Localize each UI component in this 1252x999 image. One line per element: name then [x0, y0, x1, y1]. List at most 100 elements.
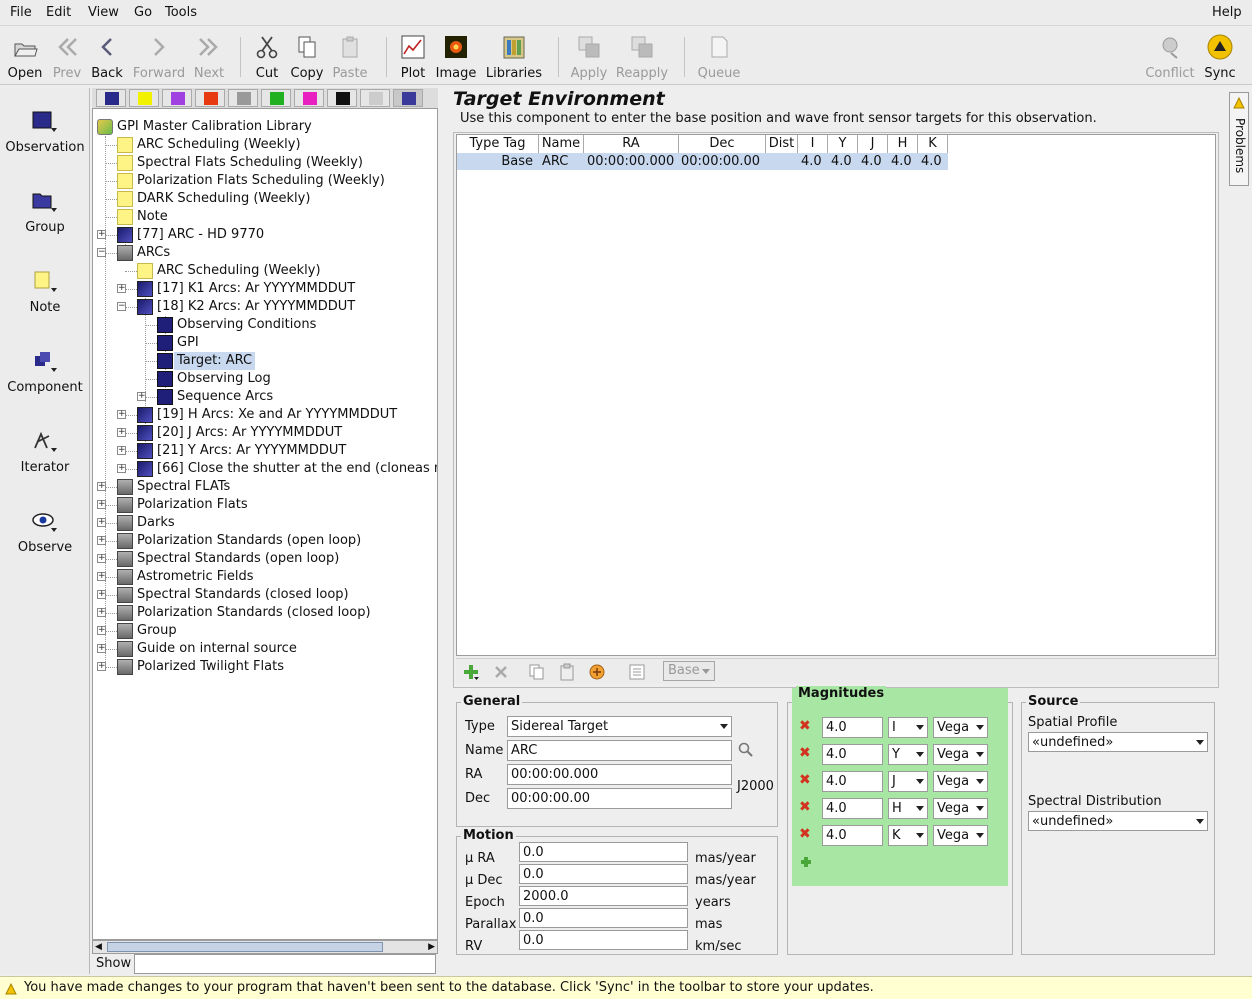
library-tab[interactable] — [228, 89, 258, 107]
menu-file[interactable]: File — [10, 5, 32, 20]
library-tab[interactable] — [261, 89, 291, 107]
scroll-thumb[interactable] — [107, 942, 383, 952]
parallax-input[interactable]: 0.0 — [519, 908, 688, 928]
column-header[interactable]: Name — [539, 135, 584, 153]
column-header[interactable]: J — [858, 135, 888, 153]
expand-icon[interactable]: + — [97, 230, 106, 239]
collapse-icon[interactable]: − — [97, 248, 106, 257]
rv-input[interactable]: 0.0 — [519, 930, 688, 950]
expand-icon[interactable]: + — [137, 392, 146, 401]
magnitude-value-input[interactable]: 4.0 — [822, 798, 883, 819]
band-select[interactable]: H — [888, 798, 928, 819]
duplicate-target-button[interactable] — [588, 663, 606, 681]
add-group-button[interactable]: Group — [0, 190, 90, 235]
remove-magnitude-icon[interactable]: ✖ — [799, 718, 811, 734]
expand-icon[interactable]: + — [97, 482, 106, 491]
system-select[interactable]: Vega — [933, 825, 988, 846]
library-tab[interactable] — [327, 89, 357, 107]
search-icon[interactable] — [738, 742, 754, 761]
menu-edit[interactable]: Edit — [46, 5, 71, 20]
column-header[interactable]: H — [888, 135, 918, 153]
magnitude-value-input[interactable]: 4.0 — [822, 717, 883, 738]
type-select[interactable]: Sidereal Target — [507, 716, 732, 737]
open-button[interactable]: Open — [6, 30, 44, 82]
menu-help[interactable]: Help — [1212, 5, 1242, 20]
paste-target-button[interactable] — [558, 663, 576, 681]
remove-magnitude-icon[interactable]: ✖ — [799, 745, 811, 761]
expand-icon[interactable]: + — [97, 536, 106, 545]
expand-icon[interactable]: + — [117, 410, 126, 419]
expand-icon[interactable]: + — [97, 518, 106, 527]
expand-icon[interactable]: + — [97, 644, 106, 653]
table-row[interactable]: Base ARC 00:00:00.000 00:00:00.00 4.0 4.… — [457, 153, 948, 170]
dec-input[interactable]: 00:00:00.00 — [507, 788, 732, 809]
expand-icon[interactable]: + — [97, 608, 106, 617]
paste-button[interactable]: Paste — [330, 30, 370, 82]
column-header[interactable]: Dist — [766, 135, 798, 153]
expand-icon[interactable]: + — [117, 284, 126, 293]
cut-button[interactable]: Cut — [252, 30, 282, 82]
collapse-icon[interactable]: − — [117, 302, 126, 311]
menu-view[interactable]: View — [88, 5, 119, 20]
ra-input[interactable]: 00:00:00.000 — [507, 764, 732, 785]
conflict-button[interactable]: Conflict — [1144, 30, 1196, 82]
column-header[interactable]: Dec — [679, 135, 766, 153]
column-header[interactable]: K — [918, 135, 948, 153]
show-input[interactable] — [134, 954, 436, 974]
expand-icon[interactable]: + — [97, 500, 106, 509]
system-select[interactable]: Vega — [933, 744, 988, 765]
magnitude-value-input[interactable]: 4.0 — [822, 744, 883, 765]
add-magnitude-button[interactable] — [800, 856, 812, 871]
add-component-button[interactable]: Component — [0, 350, 90, 395]
libraries-button[interactable]: Libraries — [484, 30, 544, 82]
expand-icon[interactable]: + — [117, 428, 126, 437]
program-tree[interactable]: GPI Master Calibration Library ARC Schedu… — [92, 108, 438, 940]
scroll-right-icon[interactable]: ▶ — [428, 942, 435, 952]
library-tab[interactable] — [360, 89, 390, 107]
reapply-button[interactable]: Reapply — [614, 30, 670, 82]
queue-button[interactable]: Queue — [696, 30, 742, 82]
system-select[interactable]: Vega — [933, 798, 988, 819]
library-tab[interactable] — [129, 89, 159, 107]
band-select[interactable]: K — [888, 825, 928, 846]
spectral-distribution-select[interactable]: «undefined» — [1028, 811, 1208, 831]
base-dropdown[interactable]: Base — [663, 661, 715, 681]
back-button[interactable]: Back — [90, 30, 124, 82]
library-tab[interactable] — [294, 89, 324, 107]
band-select[interactable]: Y — [888, 744, 928, 765]
column-header[interactable]: Type Tag — [457, 135, 539, 153]
column-header[interactable]: RA — [584, 135, 679, 153]
column-header[interactable]: I — [798, 135, 828, 153]
expand-icon[interactable]: + — [97, 662, 106, 671]
problems-tab[interactable]: Problems — [1229, 92, 1249, 186]
pm-dec-input[interactable]: 0.0 — [519, 864, 688, 884]
copy-target-button[interactable] — [528, 663, 546, 681]
next-button[interactable]: Next — [192, 30, 226, 82]
expand-icon[interactable]: + — [97, 554, 106, 563]
system-select[interactable]: Vega — [933, 771, 988, 792]
remove-magnitude-icon[interactable]: ✖ — [799, 799, 811, 815]
epoch-input[interactable]: 2000.0 — [519, 886, 688, 906]
forward-button[interactable]: Forward — [132, 30, 186, 82]
magnitude-value-input[interactable]: 4.0 — [822, 825, 883, 846]
scroll-left-icon[interactable]: ◀ — [95, 942, 102, 952]
library-tab[interactable] — [393, 89, 423, 107]
tree-horizontal-scrollbar[interactable]: ◀ ▶ — [92, 940, 438, 954]
target-options-button[interactable] — [628, 663, 646, 681]
add-iterator-button[interactable]: Iterator — [0, 430, 90, 475]
remove-magnitude-icon[interactable]: ✖ — [799, 826, 811, 842]
band-select[interactable]: J — [888, 771, 928, 792]
add-observe-button[interactable]: Observe — [0, 510, 90, 555]
add-observation-button[interactable]: Observation — [0, 110, 90, 155]
column-header[interactable]: Y — [828, 135, 858, 153]
expand-icon[interactable]: + — [97, 572, 106, 581]
system-select[interactable]: Vega — [933, 717, 988, 738]
plot-button[interactable]: Plot — [398, 30, 428, 82]
apply-button[interactable]: Apply — [568, 30, 610, 82]
remove-magnitude-icon[interactable]: ✖ — [799, 772, 811, 788]
library-tab[interactable] — [162, 89, 192, 107]
name-input[interactable]: ARC — [507, 740, 732, 761]
copy-button[interactable]: Copy — [288, 30, 326, 82]
pm-ra-input[interactable]: 0.0 — [519, 842, 688, 862]
sync-button[interactable]: Sync — [1202, 30, 1238, 82]
